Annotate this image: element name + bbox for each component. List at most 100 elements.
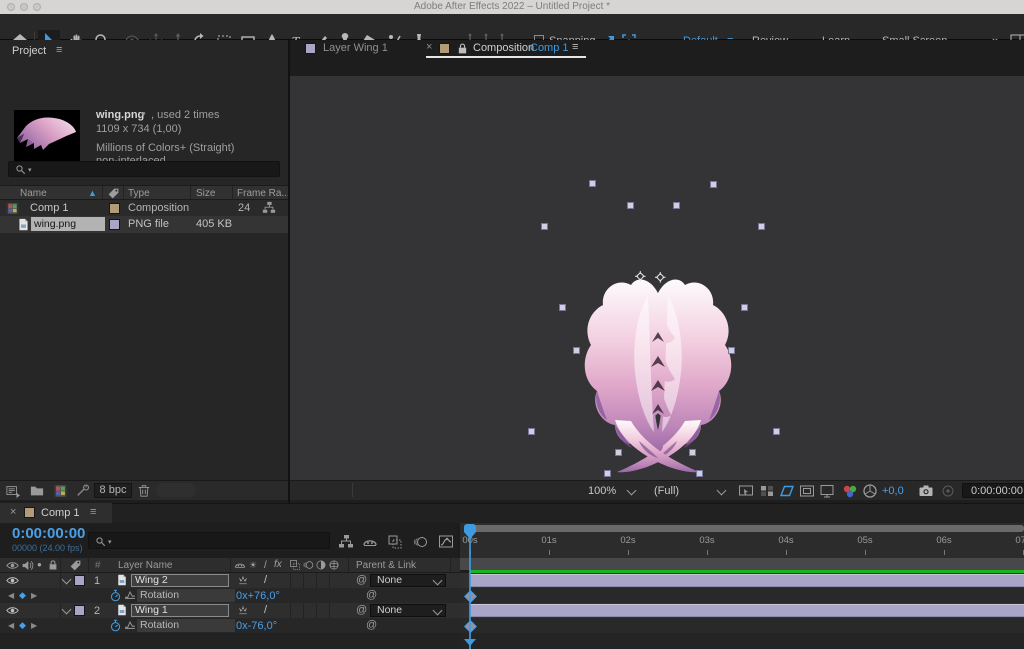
graph-toggle-icon[interactable] xyxy=(124,619,136,631)
lock-column-icon[interactable] xyxy=(47,559,59,571)
playhead-bottom-marker[interactable] xyxy=(464,639,476,646)
lock-icon[interactable] xyxy=(456,42,469,55)
motion-blur-switch-icon[interactable] xyxy=(302,559,314,571)
quality-switch[interactable]: / xyxy=(264,604,267,616)
viewer-timecode[interactable]: 0:00:00:00 xyxy=(962,483,1024,498)
adjustment-layer-switch-icon[interactable] xyxy=(315,559,327,571)
layer-row-wing2[interactable]: 1 Wing 2 / @ None xyxy=(0,573,460,588)
layer-row-wing1[interactable]: 2 Wing 1 / @ None xyxy=(0,603,460,618)
time-ruler[interactable]: 00s01s02s03s04s05s06s07s xyxy=(460,523,1024,558)
parent-pickwhip-icon[interactable]: @ xyxy=(356,604,367,616)
layer-twirl-chevron-icon[interactable] xyxy=(62,605,72,615)
transparency-grid-icon[interactable] xyxy=(759,483,775,499)
timeline-tab-label[interactable]: Comp 1 xyxy=(41,507,80,519)
composition-viewer-tab-name[interactable]: Comp 1 xyxy=(530,42,569,54)
project-row-comp1[interactable]: Comp 1 Composition 24 xyxy=(0,200,288,216)
comp-mini-flowchart-icon[interactable] xyxy=(338,534,354,550)
quality-switch[interactable]: / xyxy=(264,574,267,586)
current-time-display[interactable]: 0:00:00:00 xyxy=(12,525,85,542)
label-column-icon[interactable] xyxy=(69,559,82,572)
close-icon[interactable]: × xyxy=(10,506,16,518)
project-item-name[interactable]: Comp 1 xyxy=(30,202,69,214)
selection-handle[interactable] xyxy=(541,223,548,230)
channel-rgb-icon[interactable] xyxy=(842,483,858,499)
keyframe-prev-icon[interactable]: ◀ xyxy=(8,621,14,630)
property-pickwhip-icon[interactable]: @ xyxy=(366,619,377,631)
composition-viewer-tab-prefix[interactable]: Composition xyxy=(473,42,534,54)
new-folder-icon[interactable] xyxy=(30,484,44,498)
preview-filename[interactable]: wing.png xyxy=(96,109,144,121)
region-of-interest-icon[interactable] xyxy=(799,483,815,499)
close-icon[interactable]: × xyxy=(426,41,432,53)
timeline-search-input[interactable]: ▾ xyxy=(88,532,330,549)
composition-viewport[interactable] xyxy=(290,76,1024,480)
property-name[interactable]: Rotation xyxy=(137,589,235,602)
project-search-input[interactable]: ▾ xyxy=(8,161,280,177)
shy-switch-icon[interactable] xyxy=(234,559,246,571)
property-row-rotation-wing1[interactable]: ◀ ◆ ▶ Rotation 0x-76,0° @ xyxy=(0,618,460,633)
selection-handle[interactable] xyxy=(673,202,680,209)
layer-label-swatch[interactable] xyxy=(74,605,85,616)
project-row-wingpng[interactable]: wing.png PNG file 405 KB xyxy=(0,216,288,233)
resolution-dropdown[interactable]: (Full) xyxy=(654,485,679,497)
property-name[interactable]: Rotation xyxy=(137,619,235,632)
keyframe-diamond-icon[interactable]: ◆ xyxy=(19,590,26,601)
layer-duration-bar-wing2[interactable] xyxy=(470,574,1024,587)
selection-handle[interactable] xyxy=(689,449,696,456)
snapshot-icon[interactable] xyxy=(918,483,934,499)
timeline-tab[interactable]: × Comp 1 ≡ xyxy=(0,503,112,523)
property-row-rotation-wing2[interactable]: ◀ ◆ ▶ Rotation 0x+76,0° @ xyxy=(0,588,460,603)
graph-toggle-icon[interactable] xyxy=(124,589,136,601)
frame-blending-icon[interactable] xyxy=(387,534,403,550)
show-snapshot-icon[interactable] xyxy=(940,483,956,499)
playhead-handle[interactable] xyxy=(464,524,476,532)
layer-visibility-eye-icon[interactable] xyxy=(6,574,19,587)
playhead-line[interactable] xyxy=(469,524,471,649)
graph-editor-icon[interactable] xyxy=(438,534,454,550)
label-swatch-lavender[interactable] xyxy=(109,219,120,230)
comp-flowchart-icon[interactable] xyxy=(262,201,276,215)
layer-label-swatch[interactable] xyxy=(74,575,85,586)
selection-handle[interactable] xyxy=(741,304,748,311)
column-header-layer-name[interactable]: Layer Name xyxy=(118,560,172,571)
selection-handle[interactable] xyxy=(604,470,611,477)
layer-viewer-tab[interactable]: Layer Wing 1 xyxy=(323,42,388,54)
create-proxy-icon[interactable] xyxy=(76,484,90,498)
keyframe-next-icon[interactable]: ▶ xyxy=(31,591,37,600)
property-pickwhip-icon[interactable]: @ xyxy=(366,589,377,601)
sort-ascending-icon[interactable]: ▲ xyxy=(88,188,97,198)
bit-depth-button[interactable]: 8 bpc xyxy=(94,483,132,498)
selection-handle[interactable] xyxy=(758,223,765,230)
column-header-parent-link[interactable]: Parent & Link xyxy=(356,560,416,571)
label-swatch-tan[interactable] xyxy=(109,203,120,214)
layer-name-field[interactable]: Wing 1 xyxy=(131,604,229,617)
preview-dropdown-icon[interactable]: ▾ xyxy=(141,109,146,120)
layer-twirl-chevron-icon[interactable] xyxy=(62,575,72,585)
project-panel-menu-icon[interactable]: ≡ xyxy=(56,44,62,56)
keyframe-next-icon[interactable]: ▶ xyxy=(31,621,37,630)
layer-visibility-eye-icon[interactable] xyxy=(6,604,19,617)
selection-handle[interactable] xyxy=(696,470,703,477)
column-header-framerate[interactable]: Frame Ra... xyxy=(237,188,290,199)
selection-handle[interactable] xyxy=(573,347,580,354)
delete-item-icon[interactable] xyxy=(137,483,151,498)
layer-name-field[interactable]: Wing 2 xyxy=(131,574,229,587)
zoom-level-dropdown[interactable]: 100% xyxy=(588,485,616,497)
column-header-type[interactable]: Type xyxy=(128,188,150,199)
work-area-bar[interactable] xyxy=(466,525,1024,532)
stopwatch-icon[interactable] xyxy=(109,589,122,602)
video-column-eye-icon[interactable] xyxy=(6,559,19,572)
exposure-icon[interactable] xyxy=(862,483,878,499)
timeline-panel-menu-icon[interactable]: ≡ xyxy=(90,506,96,518)
solo-column-icon[interactable]: ● xyxy=(37,560,42,569)
layer-duration-bar-wing1[interactable] xyxy=(470,604,1024,617)
project-tab-label[interactable]: Project xyxy=(12,45,46,57)
audio-column-speaker-icon[interactable] xyxy=(21,559,34,572)
project-item-name-selected[interactable]: wing.png xyxy=(31,217,105,231)
selection-handle[interactable] xyxy=(627,202,634,209)
collapse-transformations-switch[interactable] xyxy=(237,574,249,586)
view-layout-icon[interactable] xyxy=(819,483,835,499)
interpret-footage-icon[interactable] xyxy=(6,484,20,498)
collapse-transformations-switch[interactable] xyxy=(237,604,249,616)
selection-handle[interactable] xyxy=(528,428,535,435)
